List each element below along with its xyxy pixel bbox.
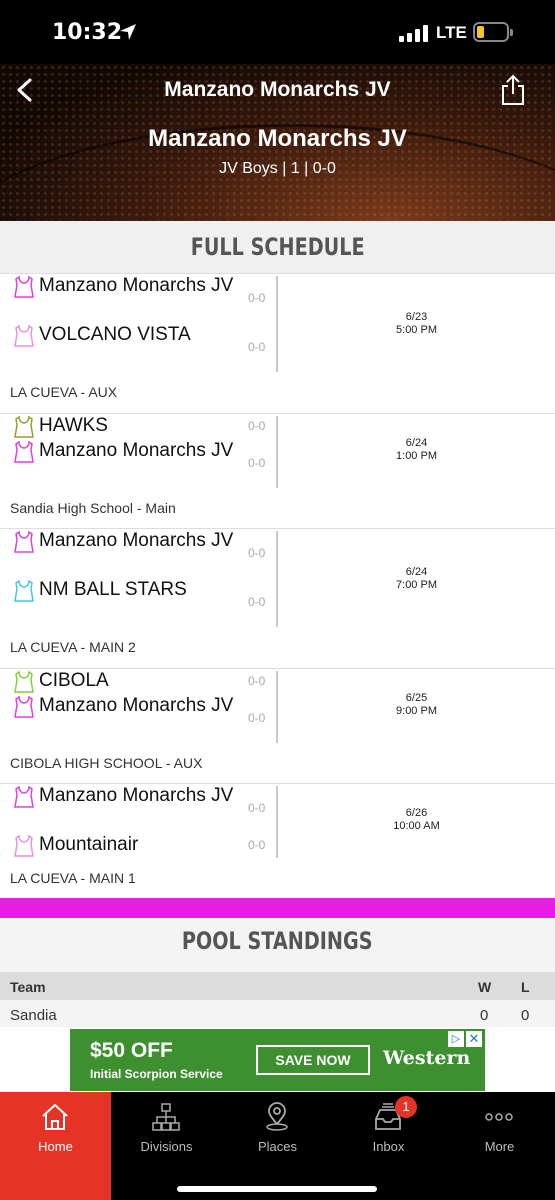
battery-icon xyxy=(473,22,513,42)
game-card[interactable]: Manzano Monarchs JV 0-0 VOLCANO VISTA 0-… xyxy=(0,273,555,413)
signal-icon xyxy=(399,24,429,42)
more-icon xyxy=(485,1113,513,1121)
divisions-icon xyxy=(152,1103,180,1131)
ad-cta-button[interactable]: SAVE NOW xyxy=(256,1045,370,1075)
jersey-icon xyxy=(14,671,34,693)
jersey-icon xyxy=(14,835,34,857)
schedule-title: FULL SCHEDULE xyxy=(0,221,555,273)
inbox-badge: 1 xyxy=(395,1096,417,1118)
jersey-icon xyxy=(14,786,34,808)
game-location: LA CUEVA - MAIN 1 xyxy=(10,870,136,886)
tab-home[interactable]: Home xyxy=(0,1092,111,1200)
home-icon xyxy=(42,1103,68,1130)
game-card[interactable]: CIBOLA 0-0 Manzano Monarchs JV 0-0 6/25 9… xyxy=(0,668,555,783)
jersey-icon xyxy=(14,531,34,553)
pool-color-bar xyxy=(0,898,555,918)
game-datetime: 6/24 1:00 PM xyxy=(396,437,437,462)
team-name: Manzano Monarchs JV xyxy=(148,125,407,152)
jersey-icon xyxy=(14,696,34,718)
home-team: Manzano Monarchs JV 0-0 xyxy=(10,529,270,579)
share-icon[interactable] xyxy=(500,74,526,106)
tab-divisions[interactable]: Divisions xyxy=(111,1092,222,1200)
status-time: 10:32 xyxy=(52,20,123,45)
game-card[interactable]: Manzano Monarchs JV 0-0 Mountainair 0-0 … xyxy=(0,783,555,898)
home-indicator xyxy=(177,1186,377,1192)
location-arrow-icon xyxy=(120,24,136,40)
game-location: LA CUEVA - MAIN 2 xyxy=(10,639,136,655)
tab-inbox[interactable]: 1 Inbox xyxy=(333,1092,444,1200)
home-team: Manzano Monarchs JV 0-0 xyxy=(10,274,270,324)
game-datetime: 6/26 10:00 AM xyxy=(393,807,440,832)
ad-banner[interactable]: $50 OFF Initial Scorpion Service SAVE NO… xyxy=(70,1029,485,1091)
home-team: CIBOLA 0-0 xyxy=(10,669,270,695)
nav-title: Manzano Monarchs JV xyxy=(164,78,391,101)
away-team: Mountainair 0-0 xyxy=(10,833,270,859)
tab-bar: Home Divisions Places 1 Inbox More xyxy=(0,1092,555,1200)
network-label: LTE xyxy=(436,23,467,42)
home-team: HAWKS 0-0 xyxy=(10,414,270,440)
game-location: CIBOLA HIGH SCHOOL - AUX xyxy=(10,755,203,771)
status-bar: 10:32 LTE xyxy=(0,0,555,64)
tab-places[interactable]: Places xyxy=(222,1092,333,1200)
game-datetime: 6/23 5:00 PM xyxy=(396,311,437,336)
ad-brand-logo: Western xyxy=(383,1047,471,1069)
away-team: Manzano Monarchs JV 0-0 xyxy=(10,439,270,489)
jersey-icon xyxy=(14,325,34,347)
location-pin-icon xyxy=(266,1102,288,1131)
standings-title: POOL STANDINGS xyxy=(0,918,555,972)
jersey-icon xyxy=(14,416,34,438)
jersey-icon xyxy=(14,441,34,463)
ad-info-icon[interactable]: ▷ xyxy=(448,1031,464,1047)
game-datetime: 6/24 7:00 PM xyxy=(396,566,437,591)
home-team: Manzano Monarchs JV 0-0 xyxy=(10,784,270,834)
game-datetime: 6/25 9:00 PM xyxy=(396,692,437,717)
standings-header: Team W L xyxy=(0,972,555,1000)
tab-more[interactable]: More xyxy=(444,1092,555,1200)
ad-close-icon[interactable]: ✕ xyxy=(466,1031,482,1047)
game-location: LA CUEVA - AUX xyxy=(10,384,118,400)
game-location: Sandia High School - Main xyxy=(10,500,176,516)
jersey-icon xyxy=(14,276,34,298)
jersey-icon xyxy=(14,580,34,602)
game-card[interactable]: HAWKS 0-0 Manzano Monarchs JV 0-0 6/24 1:… xyxy=(0,413,555,528)
away-team: Manzano Monarchs JV 0-0 xyxy=(10,694,270,744)
standings-row[interactable]: Sandia 0 0 xyxy=(0,1000,555,1028)
away-team: NM BALL STARS 0-0 xyxy=(10,578,270,628)
game-card[interactable]: Manzano Monarchs JV 0-0 NM BALL STARS 0-… xyxy=(0,528,555,668)
ad-container: $50 OFF Initial Scorpion Service SAVE NO… xyxy=(0,1027,555,1092)
team-subtitle: JV Boys | 1 | 0-0 xyxy=(219,160,336,177)
away-team: VOLCANO VISTA 0-0 xyxy=(10,323,270,373)
team-header: Manzano Monarchs JV Manzano Monarchs JV … xyxy=(0,64,555,221)
